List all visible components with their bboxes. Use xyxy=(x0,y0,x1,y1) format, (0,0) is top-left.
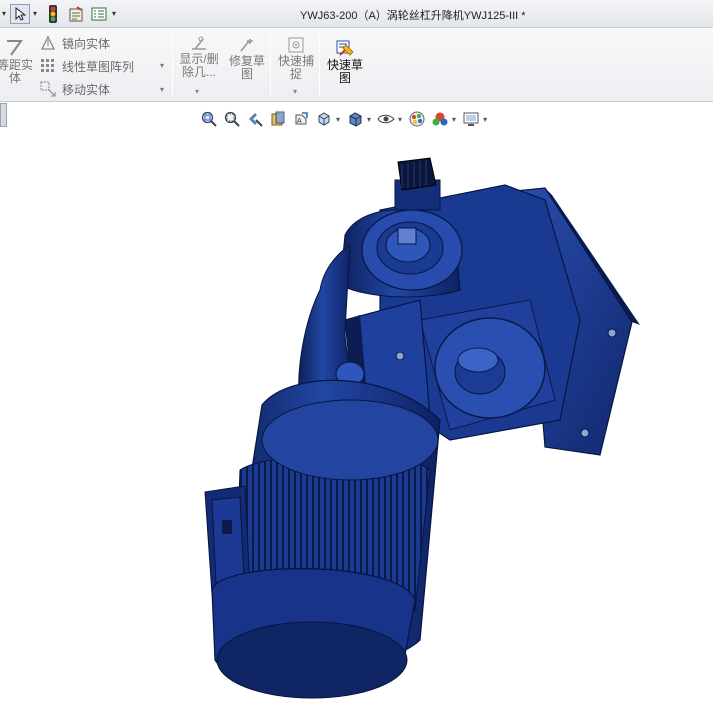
apply-scene-dropdown-icon[interactable]: ▾ xyxy=(452,115,456,124)
linear-pattern-dropdown-icon[interactable]: ▾ xyxy=(160,61,164,70)
view-orientation-icon[interactable] xyxy=(315,110,333,128)
display-delete-relations-label: 显示/删 除几... xyxy=(179,52,219,79)
quick-snaps-button[interactable]: 快速捕 捉 xyxy=(275,37,317,81)
sketch-ribbon: 等距实 体 镜向实体 线性草图阵列 ▾ 移动实体 ▾ 显示/删 除几... ▾ … xyxy=(0,29,713,102)
ribbon-separator xyxy=(319,33,320,97)
mirror-entities-label: 镜向实体 xyxy=(62,36,111,51)
mirror-entities-button[interactable]: 镜向实体 xyxy=(40,33,110,53)
display-delete-relations-button[interactable]: 显示/删 除几... xyxy=(176,35,222,79)
display-delete-relations-icon xyxy=(192,36,206,50)
heads-up-view-toolbar: A ▾ ▾ ▾ ▾ ▾ xyxy=(200,108,493,130)
dynamic-annotation-icon[interactable]: A xyxy=(292,110,310,128)
repair-sketch-label: 修复草 图 xyxy=(228,54,265,81)
quick-snaps-dropdown-icon[interactable]: ▾ xyxy=(293,87,297,96)
ribbon-separator xyxy=(270,33,271,97)
rapid-sketch-label: 快速草 图 xyxy=(326,58,363,85)
offset-entities-label: 等距实 体 xyxy=(0,58,33,85)
title-bar: ▾ ▾ ▾ YWJ63-200（A）涡轮丝杠升降机YWJ125-III * xyxy=(0,0,713,28)
worm-gear-lift-model[interactable] xyxy=(180,150,650,705)
svg-text:A: A xyxy=(297,118,302,125)
mirror-entities-icon xyxy=(40,35,56,50)
zoom-to-fit-icon[interactable] xyxy=(200,110,218,128)
view-orientation-dropdown-icon[interactable]: ▾ xyxy=(336,115,340,124)
file-properties-icon[interactable] xyxy=(66,4,86,24)
apply-scene-icon[interactable] xyxy=(431,110,449,128)
quick-snaps-label: 快速捕 捉 xyxy=(277,54,314,81)
linear-pattern-icon xyxy=(41,59,54,72)
move-entities-button[interactable]: 移动实体 xyxy=(40,79,110,99)
rapid-sketch-icon xyxy=(336,40,354,56)
repair-sketch-button[interactable]: 修复草 图 xyxy=(226,39,268,81)
hide-show-dropdown-icon[interactable]: ▾ xyxy=(398,115,402,124)
quick-snaps-icon xyxy=(288,37,304,53)
previous-view-icon[interactable] xyxy=(246,110,264,128)
display-style-dropdown-icon[interactable]: ▾ xyxy=(367,115,371,124)
zoom-area-icon[interactable] xyxy=(223,110,241,128)
move-entities-label: 移动实体 xyxy=(62,82,111,97)
linear-pattern-label: 线性草图阵列 xyxy=(62,59,135,74)
offset-entities-icon xyxy=(7,40,23,56)
edit-appearance-icon[interactable] xyxy=(408,110,426,128)
move-entities-icon xyxy=(40,81,56,97)
hide-show-items-icon[interactable] xyxy=(377,110,395,128)
section-view-icon[interactable] xyxy=(269,110,287,128)
shaft-key xyxy=(397,227,417,245)
traffic-light-icon[interactable] xyxy=(43,4,63,24)
quick-access-toolbar: ▾ ▾ ▾ xyxy=(0,0,122,28)
document-title: YWJ63-200（A）涡轮丝杠升降机YWJ125-III * xyxy=(300,10,526,22)
options-dropdown-icon[interactable]: ▾ xyxy=(112,9,116,18)
display-style-icon[interactable] xyxy=(346,110,364,128)
offset-entities-button[interactable]: 等距实 体 xyxy=(0,39,34,85)
relations-dropdown-icon[interactable]: ▾ xyxy=(195,87,199,96)
feature-manager-edge[interactable] xyxy=(0,103,7,127)
select-dropdown-icon[interactable]: ▾ xyxy=(33,9,37,18)
view-settings-dropdown-icon[interactable]: ▾ xyxy=(483,115,487,124)
select-arrow-icon[interactable] xyxy=(10,3,31,24)
qa-dropdown-arrow-icon[interactable]: ▾ xyxy=(2,9,6,18)
rapid-sketch-button[interactable]: 快速草 图 xyxy=(323,39,367,85)
top-adjust-knob xyxy=(397,157,437,191)
view-settings-icon[interactable] xyxy=(462,110,480,128)
repair-sketch-icon xyxy=(240,39,253,52)
linear-pattern-button[interactable]: 线性草图阵列 xyxy=(40,56,134,76)
options-icon[interactable] xyxy=(89,4,109,24)
move-entities-dropdown-icon[interactable]: ▾ xyxy=(160,85,164,94)
ribbon-separator xyxy=(172,33,173,97)
